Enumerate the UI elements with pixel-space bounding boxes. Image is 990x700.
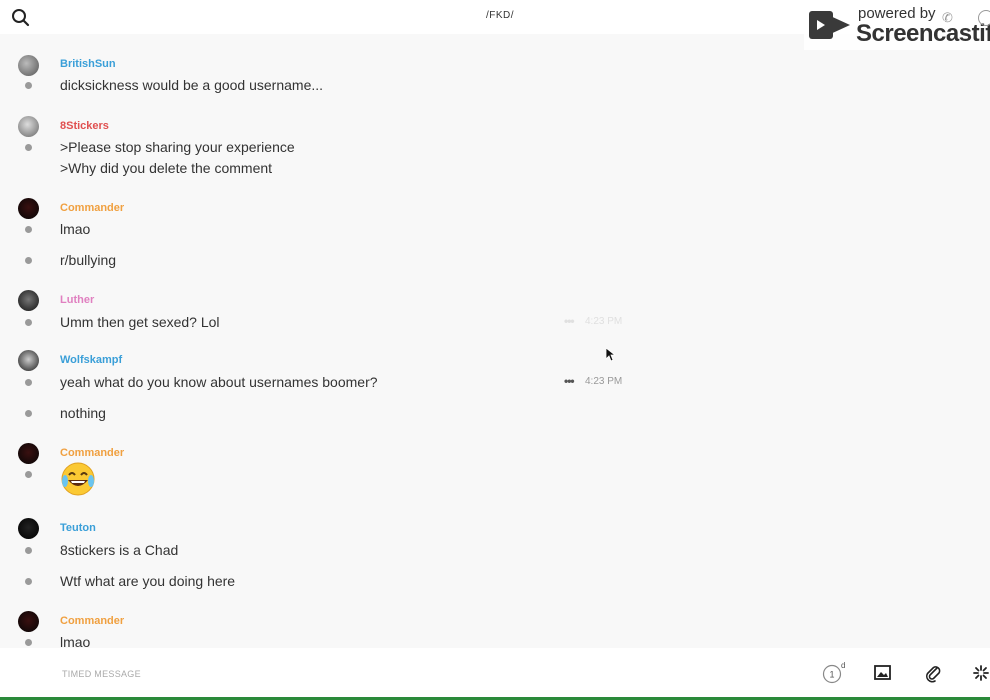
username[interactable]: Commander [60,447,124,459]
avatar[interactable] [18,198,39,219]
message-text: 8stickers is a Chad [60,542,179,558]
status-dot [25,578,32,585]
avatar[interactable] [18,290,39,311]
message-text: nothing [60,405,106,421]
timestamp: 4:23 PM [585,316,623,327]
avatar[interactable] [18,611,39,632]
avatar[interactable] [18,443,39,464]
timed-message-input[interactable] [60,662,564,686]
timer-icon[interactable]: 1d [822,661,845,684]
phone-icon[interactable]: ✆ [942,10,953,26]
status-dot [25,379,32,386]
message-text: lmao [60,634,91,648]
message-text: yeah what do you know about usernames bo… [60,374,378,390]
username[interactable]: 8Stickers [60,120,109,132]
timer-unit: d [841,662,845,670]
username[interactable]: Commander [60,615,124,627]
username[interactable]: Commander [60,202,124,214]
more-options-icon[interactable]: ••• [564,314,575,328]
message-text: Umm then get sexed? Lol [60,314,220,330]
message-text: dicksickness would be a good username... [60,77,324,93]
status-dot [25,319,32,326]
sparkle-icon[interactable] [970,662,990,684]
status-dot [25,257,32,264]
avatar[interactable] [18,116,39,137]
mouse-cursor-icon [605,347,617,367]
status-dot [25,471,32,478]
message-text: r/bullying [60,252,117,268]
composer-bar: 1d [0,648,990,700]
message-text: >Please stop sharing your experience [60,139,295,155]
paperclip-icon[interactable] [922,662,944,684]
status-dot [25,547,32,554]
username[interactable]: Wolfskampf [60,354,122,366]
timestamp: 4:23 PM [585,376,623,387]
face-with-tears-of-joy-icon [60,461,96,502]
status-dot [25,410,32,417]
username[interactable]: Teuton [60,522,96,534]
more-options-icon[interactable]: ••• [564,374,575,388]
status-dot [25,144,32,151]
status-dot [25,82,32,89]
image-icon[interactable] [872,662,894,684]
timer-value: 1 [829,670,834,680]
message-text: >Why did you delete the comment [60,160,273,176]
status-dot [25,226,32,233]
username[interactable]: BritishSun [60,58,116,70]
avatar[interactable] [18,350,39,371]
info-icon[interactable] [978,10,990,26]
status-dot [25,639,32,646]
message-feed[interactable]: BritishSun dicksickness would be a good … [0,34,990,648]
username[interactable]: Luther [60,294,94,306]
message-text: Wtf what are you doing here [60,573,236,589]
avatar[interactable] [18,518,39,539]
message-text: lmao [60,221,91,237]
avatar[interactable] [18,55,39,76]
